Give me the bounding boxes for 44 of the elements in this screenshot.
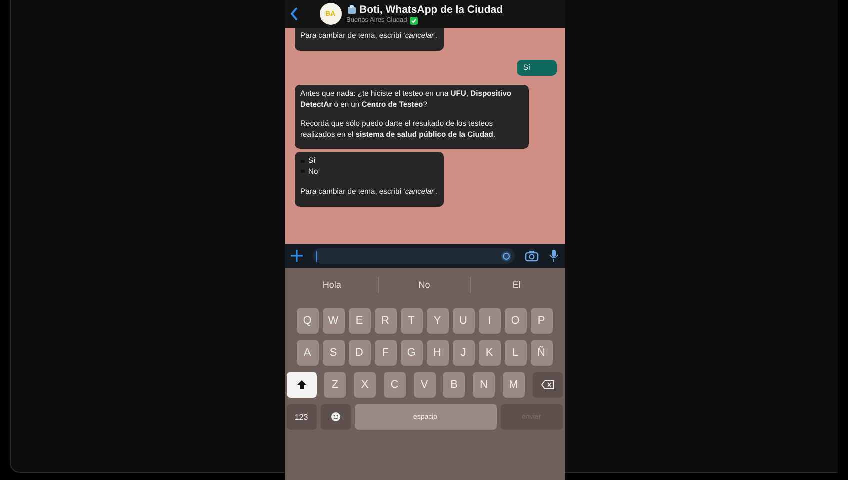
key[interactable]: U (452, 308, 474, 334)
suggestion[interactable]: El (471, 280, 562, 290)
key[interactable]: O (504, 308, 526, 334)
key[interactable]: B (443, 372, 466, 398)
key[interactable]: X (354, 372, 376, 398)
key[interactable]: H (426, 340, 448, 366)
suggestion[interactable]: Hola (286, 280, 378, 290)
key[interactable]: C (384, 372, 406, 398)
key[interactable]: G (400, 340, 422, 366)
microphone-icon[interactable] (548, 249, 558, 263)
camera-icon[interactable] (524, 250, 538, 262)
key[interactable]: A (296, 340, 318, 366)
key[interactable]: Z (324, 372, 346, 398)
shift-key[interactable] (286, 372, 316, 398)
sticker-icon[interactable] (500, 250, 512, 262)
shift-arrow-icon (296, 380, 306, 390)
numbers-key[interactable]: 123 (286, 404, 316, 430)
key[interactable]: I (478, 308, 500, 334)
key[interactable]: F (374, 340, 396, 366)
message-field[interactable] (312, 248, 514, 264)
key[interactable]: Ñ (530, 340, 552, 366)
key[interactable]: D (348, 340, 370, 366)
key[interactable]: Y (426, 308, 448, 334)
key[interactable]: S (322, 340, 344, 366)
key[interactable]: V (414, 372, 436, 398)
key[interactable]: M (502, 372, 525, 398)
key[interactable]: L (504, 340, 526, 366)
key[interactable]: J (452, 340, 474, 366)
key[interactable]: E (348, 308, 370, 334)
backspace-icon (540, 380, 554, 390)
emoji-icon (330, 412, 340, 422)
plus-icon[interactable] (290, 250, 302, 262)
key[interactable]: Q (296, 308, 318, 334)
key[interactable]: K (478, 340, 500, 366)
key[interactable]: R (374, 308, 396, 334)
key[interactable]: T (400, 308, 422, 334)
key[interactable]: W (322, 308, 344, 334)
key[interactable]: N (473, 372, 495, 398)
key[interactable]: P (530, 308, 552, 334)
back-icon[interactable] (290, 7, 298, 21)
contact-name: Boti, WhatsApp de la Ciudad (360, 4, 503, 16)
backspace-key[interactable] (532, 372, 562, 398)
emoji-key[interactable] (320, 404, 350, 430)
suggestion[interactable]: No (378, 280, 470, 290)
